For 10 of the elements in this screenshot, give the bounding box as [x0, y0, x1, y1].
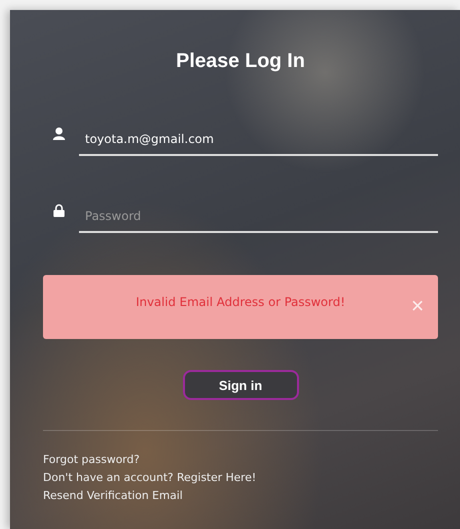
- error-message: Invalid Email Address or Password!: [136, 295, 346, 309]
- text-link[interactable]: Resend Verification Email: [43, 487, 183, 505]
- login-title: Please Log In: [175, 50, 306, 73]
- password-field[interactable]: Password: [79, 205, 438, 233]
- text-link[interactable]: Forgot password?: [43, 451, 140, 469]
- user-icon: [53, 127, 65, 140]
- sign-in-button[interactable]: Sign in: [182, 370, 298, 400]
- text-link[interactable]: Don't have an account? Register Here!: [43, 469, 256, 487]
- lock-icon: [53, 204, 65, 217]
- email-field[interactable]: toyota.m@gmail.com: [79, 128, 438, 156]
